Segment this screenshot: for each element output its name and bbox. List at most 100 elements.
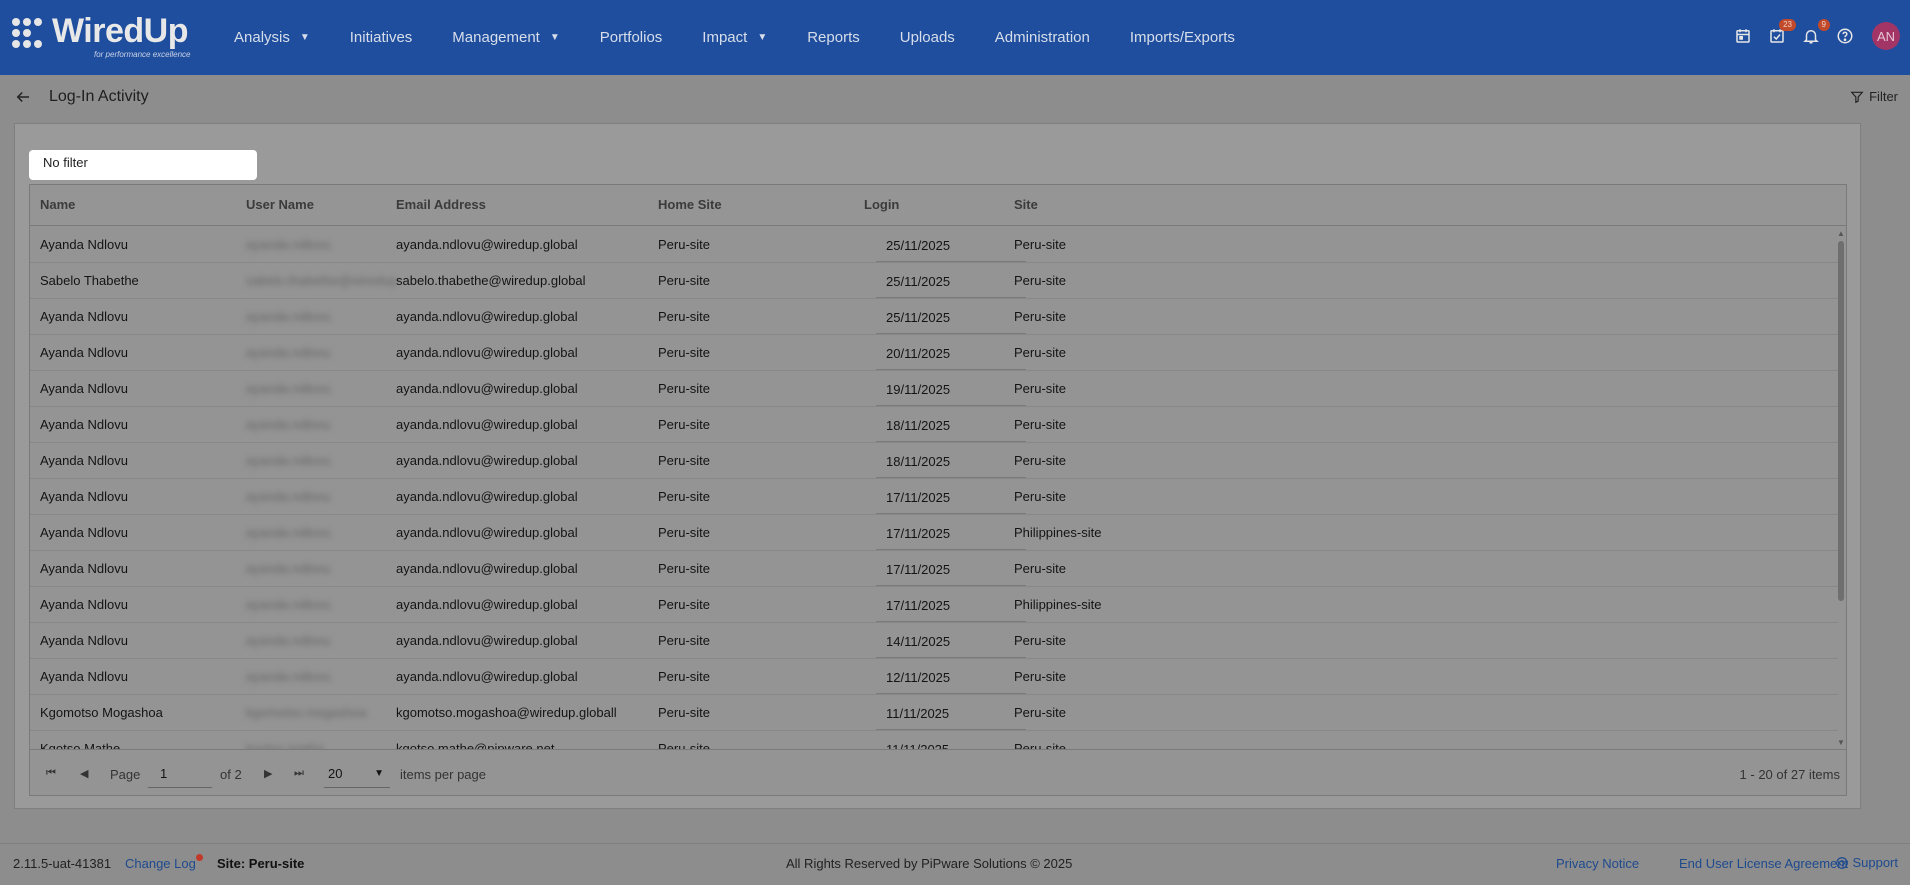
bell-icon[interactable]: 9 <box>1800 19 1830 47</box>
app-version: 2.11.5-uat-41381 <box>13 856 112 871</box>
nav-actions: 23 9 AN <box>1732 19 1900 50</box>
tasks-badge: 23 <box>1779 19 1796 31</box>
table-row[interactable]: Ayanda Ndlovu ayanda.ndlovu ayanda.ndlovu@… <box>30 659 1838 695</box>
menu-uploads[interactable]: Uploads <box>880 29 975 46</box>
table-row[interactable]: Ayanda Ndlovu ayanda.ndlovu ayanda.ndlovu@… <box>30 335 1838 371</box>
column-header-home-site[interactable]: Home Site <box>658 197 722 212</box>
column-header-site[interactable]: Site <box>1014 197 1038 212</box>
table-row[interactable]: Ayanda Ndlovu ayanda.ndlovu ayanda.ndlovu@… <box>30 443 1838 479</box>
table-row[interactable]: Ayanda Ndlovu ayanda.ndlovu ayanda.ndlovu@… <box>30 227 1838 263</box>
table-row[interactable]: Sabelo Thabethe sabelo.thabethe@wiredup sa… <box>30 263 1838 299</box>
page-number-input[interactable]: 1 <box>148 760 212 788</box>
cell-email: ayanda.ndlovu@wiredup.global <box>396 345 578 360</box>
pager-summary: 1 - 20 of 27 items <box>1739 767 1840 782</box>
column-header-name[interactable]: Name <box>40 197 75 212</box>
cell-name: Ayanda Ndlovu <box>40 597 128 612</box>
cell-name: Ayanda Ndlovu <box>40 525 128 540</box>
page-title: Log-In Activity <box>49 88 149 105</box>
table-row[interactable]: Ayanda Ndlovu ayanda.ndlovu ayanda.ndlovu@… <box>30 587 1838 623</box>
menu-label: Reports <box>807 29 860 46</box>
page-size-select[interactable]: 20 ▼ <box>324 760 390 788</box>
scroll-up-icon[interactable]: ▲ <box>1837 229 1845 238</box>
grid-header: Name User Name Email Address Home Site L… <box>30 185 1846 226</box>
menu-label: Analysis <box>234 29 290 46</box>
wiredup-logo[interactable]: WiredUp for performance excellence <box>12 12 202 62</box>
tasks-icon[interactable]: 23 <box>1766 19 1796 47</box>
column-header-email[interactable]: Email Address <box>396 197 486 212</box>
menu-portfolios[interactable]: Portfolios <box>580 29 683 46</box>
privacy-notice-link[interactable]: Privacy Notice <box>1556 856 1639 871</box>
cell-home-site: Peru-site <box>658 597 711 612</box>
scroll-thumb[interactable] <box>1838 241 1844 601</box>
support-icon <box>1836 856 1849 869</box>
cell-name: Ayanda Ndlovu <box>40 381 128 396</box>
cell-login: 18/11/2025 <box>876 407 1026 442</box>
table-row[interactable]: Kgomotso Mogashoa kgomotso.mogashoa kgomot… <box>30 695 1838 731</box>
cell-username: ayanda.ndlovu <box>246 633 331 648</box>
table-row[interactable]: Ayanda Ndlovu ayanda.ndlovu ayanda.ndlovu@… <box>30 479 1838 515</box>
cell-name: Kgotso Mathe <box>40 741 121 749</box>
eula-link[interactable]: End User License Agreement <box>1679 856 1848 871</box>
last-page-icon[interactable]: ⏭ <box>294 767 304 780</box>
column-header-username[interactable]: User Name <box>246 197 314 212</box>
cell-home-site: Peru-site <box>658 273 711 288</box>
cell-login: 25/11/2025 <box>876 299 1026 334</box>
table-row[interactable]: Ayanda Ndlovu ayanda.ndlovu ayanda.ndlovu@… <box>30 551 1838 587</box>
chevron-down-icon: ▼ <box>757 32 768 43</box>
cell-home-site: Peru-site <box>658 561 711 576</box>
cell-login: 14/11/2025 <box>876 623 1026 658</box>
table-row[interactable]: Ayanda Ndlovu ayanda.ndlovu ayanda.ndlovu@… <box>30 515 1838 551</box>
saved-filter-select[interactable]: No filter <box>29 150 257 180</box>
table-row[interactable]: Kgotso Mathe kgotso.mathe kgotso.mathe@pip… <box>30 731 1838 749</box>
cell-email: ayanda.ndlovu@wiredup.global <box>396 633 578 648</box>
cell-email: ayanda.ndlovu@wiredup.global <box>396 381 578 396</box>
next-page-icon[interactable]: ▶ <box>264 767 272 780</box>
user-avatar[interactable]: AN <box>1872 22 1900 50</box>
table-row[interactable]: Ayanda Ndlovu ayanda.ndlovu ayanda.ndlovu@… <box>30 407 1838 443</box>
menu-imports-exports[interactable]: Imports/Exports <box>1110 29 1255 46</box>
menu-analysis[interactable]: Analysis ▼ <box>214 29 330 46</box>
menu-impact[interactable]: Impact ▼ <box>682 29 787 46</box>
cell-site: Philippines-site <box>1014 525 1102 540</box>
column-header-login[interactable]: Login <box>864 197 899 212</box>
table-row[interactable]: Ayanda Ndlovu ayanda.ndlovu ayanda.ndlovu@… <box>30 623 1838 659</box>
cell-login: 17/11/2025 <box>876 515 1026 550</box>
help-icon[interactable] <box>1834 25 1856 47</box>
table-row[interactable]: Ayanda Ndlovu ayanda.ndlovu ayanda.ndlovu@… <box>30 371 1838 407</box>
logo-text: WiredUp <box>52 12 188 50</box>
menu-initiatives[interactable]: Initiatives <box>330 29 433 46</box>
scroll-down-icon[interactable]: ▼ <box>1837 738 1845 747</box>
cell-login: 12/11/2025 <box>876 659 1026 694</box>
copyright-text: All Rights Reserved by PiPware Solutions… <box>786 856 1073 871</box>
cell-login: 17/11/2025 <box>876 587 1026 622</box>
cell-login: 20/11/2025 <box>876 335 1026 370</box>
change-log-link[interactable]: Change Log <box>125 856 196 871</box>
cell-name: Ayanda Ndlovu <box>40 309 128 324</box>
login-date: 25/11/2025 <box>886 274 951 289</box>
cell-login: 19/11/2025 <box>876 371 1026 406</box>
menu-label: Management <box>452 29 540 46</box>
cell-email: ayanda.ndlovu@wiredup.global <box>396 453 578 468</box>
filter-button[interactable]: Filter <box>1850 89 1898 104</box>
cell-email: ayanda.ndlovu@wiredup.global <box>396 561 578 576</box>
back-arrow-icon[interactable] <box>14 88 32 106</box>
menu-management[interactable]: Management ▼ <box>432 29 579 46</box>
cell-name: Ayanda Ndlovu <box>40 237 128 252</box>
menu-label: Portfolios <box>599 29 663 46</box>
login-activity-card: No filter Name User Name Email Address H… <box>14 123 1861 809</box>
menu-administration[interactable]: Administration <box>975 29 1110 46</box>
logo-tagline: for performance excellence <box>94 50 191 59</box>
support-link[interactable]: Support <box>1835 855 1898 870</box>
cell-username: kgotso.mathe <box>246 741 325 749</box>
prev-page-icon[interactable]: ◀ <box>80 767 88 780</box>
cell-home-site: Peru-site <box>658 309 711 324</box>
calendar-icon[interactable] <box>1732 25 1754 47</box>
table-row[interactable]: Ayanda Ndlovu ayanda.ndlovu ayanda.ndlovu@… <box>30 299 1838 335</box>
grid-scrollbar[interactable]: ▲ ▼ <box>1836 227 1846 749</box>
cell-username: ayanda.ndlovu <box>246 309 331 324</box>
menu-reports[interactable]: Reports <box>787 29 880 46</box>
login-date: 17/11/2025 <box>886 490 951 505</box>
first-page-icon[interactable]: ⏮ <box>46 767 56 780</box>
change-log-indicator-dot <box>196 854 203 861</box>
logo-dots-icon <box>12 18 52 54</box>
